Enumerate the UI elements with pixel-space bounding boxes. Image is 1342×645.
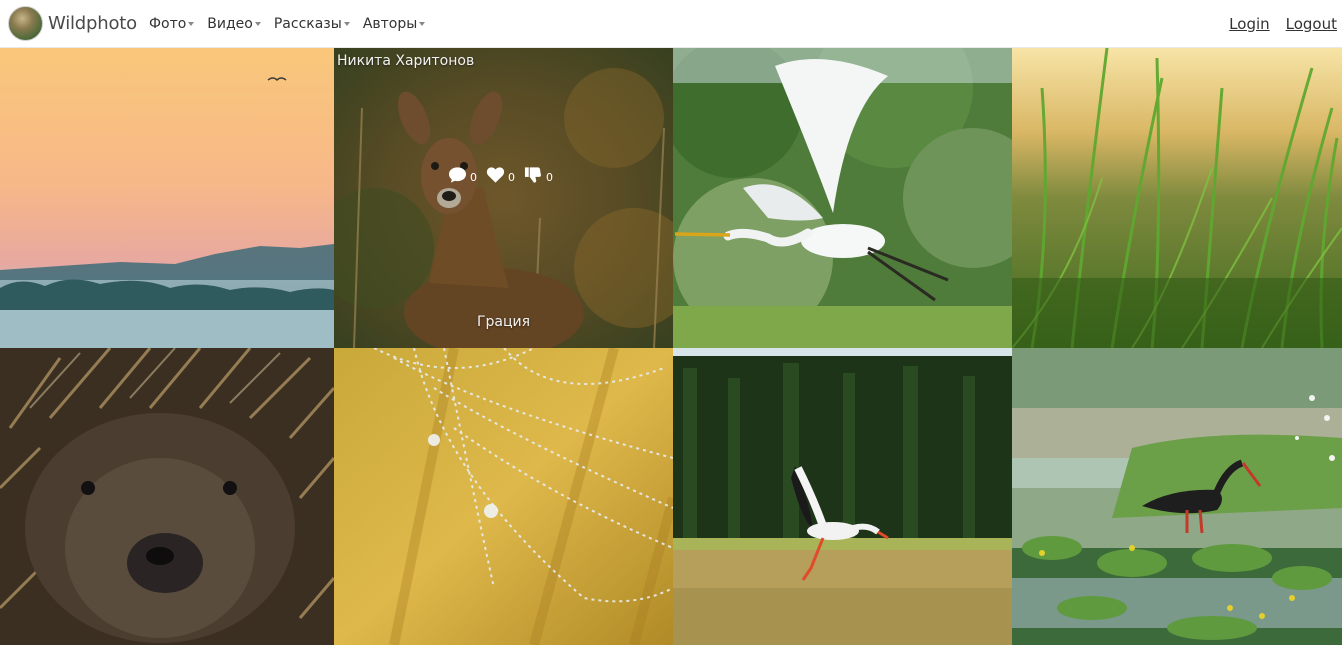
menu-item-authors[interactable]: Авторы	[363, 16, 426, 32]
hover-overlay	[334, 48, 673, 348]
dislikes-count: 0	[546, 171, 553, 184]
photo-tile[interactable]	[334, 348, 673, 645]
photo-tile[interactable]	[0, 348, 334, 645]
photo-misty-dawn	[0, 48, 334, 348]
photo-dewy-grass	[1012, 48, 1342, 348]
photo-black-stork	[1012, 348, 1342, 645]
brand-name: Wildphoto	[48, 13, 137, 34]
chevron-down-icon	[254, 22, 261, 26]
main-menu: Фото Видео Рассказы Авторы	[145, 15, 426, 32]
menu-item-label: Фото	[148, 15, 187, 32]
heart-icon	[486, 167, 505, 183]
photo-tile[interactable]	[1012, 48, 1342, 348]
photo-hedgehog	[0, 348, 334, 645]
top-navbar: Wildphoto Фото Видео Рассказы Авторы Log…	[0, 0, 1342, 48]
photo-tile-hovered[interactable]: Никита Харитонов 0 0 0 Грация	[334, 48, 673, 348]
brand-link[interactable]: Wildphoto	[0, 6, 137, 41]
thumbs-down-icon	[524, 167, 541, 183]
likes-stat[interactable]: 0	[486, 166, 515, 184]
photo-author-name[interactable]: Никита Харитонов	[337, 53, 474, 69]
login-link[interactable]: Login	[1229, 15, 1269, 33]
chevron-down-icon	[188, 22, 195, 26]
menu-item-photo[interactable]: Фото	[148, 15, 195, 32]
dislikes-stat[interactable]: 0	[524, 166, 553, 184]
navbar-right: Login Logout	[1213, 15, 1342, 33]
photo-tile[interactable]	[673, 48, 1012, 348]
navbar-left: Wildphoto Фото Видео Рассказы Авторы	[0, 0, 426, 48]
chevron-down-icon	[343, 22, 350, 26]
brand-logo-image	[8, 6, 43, 41]
photo-title[interactable]: Грация	[334, 314, 673, 330]
comments-count: 0	[470, 171, 477, 184]
comment-icon	[448, 167, 467, 183]
logout-link[interactable]: Logout	[1286, 15, 1337, 33]
menu-item-stories[interactable]: Рассказы	[274, 16, 350, 32]
photo-tile[interactable]	[0, 48, 334, 348]
menu-item-label: Авторы	[362, 15, 418, 32]
photo-tile[interactable]	[1012, 348, 1342, 645]
menu-item-label: Видео	[207, 15, 253, 32]
photo-egret-flight	[673, 48, 1012, 348]
comments-stat[interactable]: 0	[448, 166, 477, 184]
photo-tile[interactable]	[673, 348, 1012, 645]
menu-item-label: Рассказы	[273, 15, 342, 32]
photo-spider-web-dew	[334, 348, 673, 645]
likes-count: 0	[508, 171, 515, 184]
chevron-down-icon	[419, 22, 426, 26]
photo-grid: Никита Харитонов 0 0 0 Грация	[0, 48, 1342, 645]
photo-stats: 0 0 0	[448, 166, 562, 184]
menu-item-video[interactable]: Видео	[207, 16, 261, 32]
photo-white-stork	[673, 348, 1012, 645]
